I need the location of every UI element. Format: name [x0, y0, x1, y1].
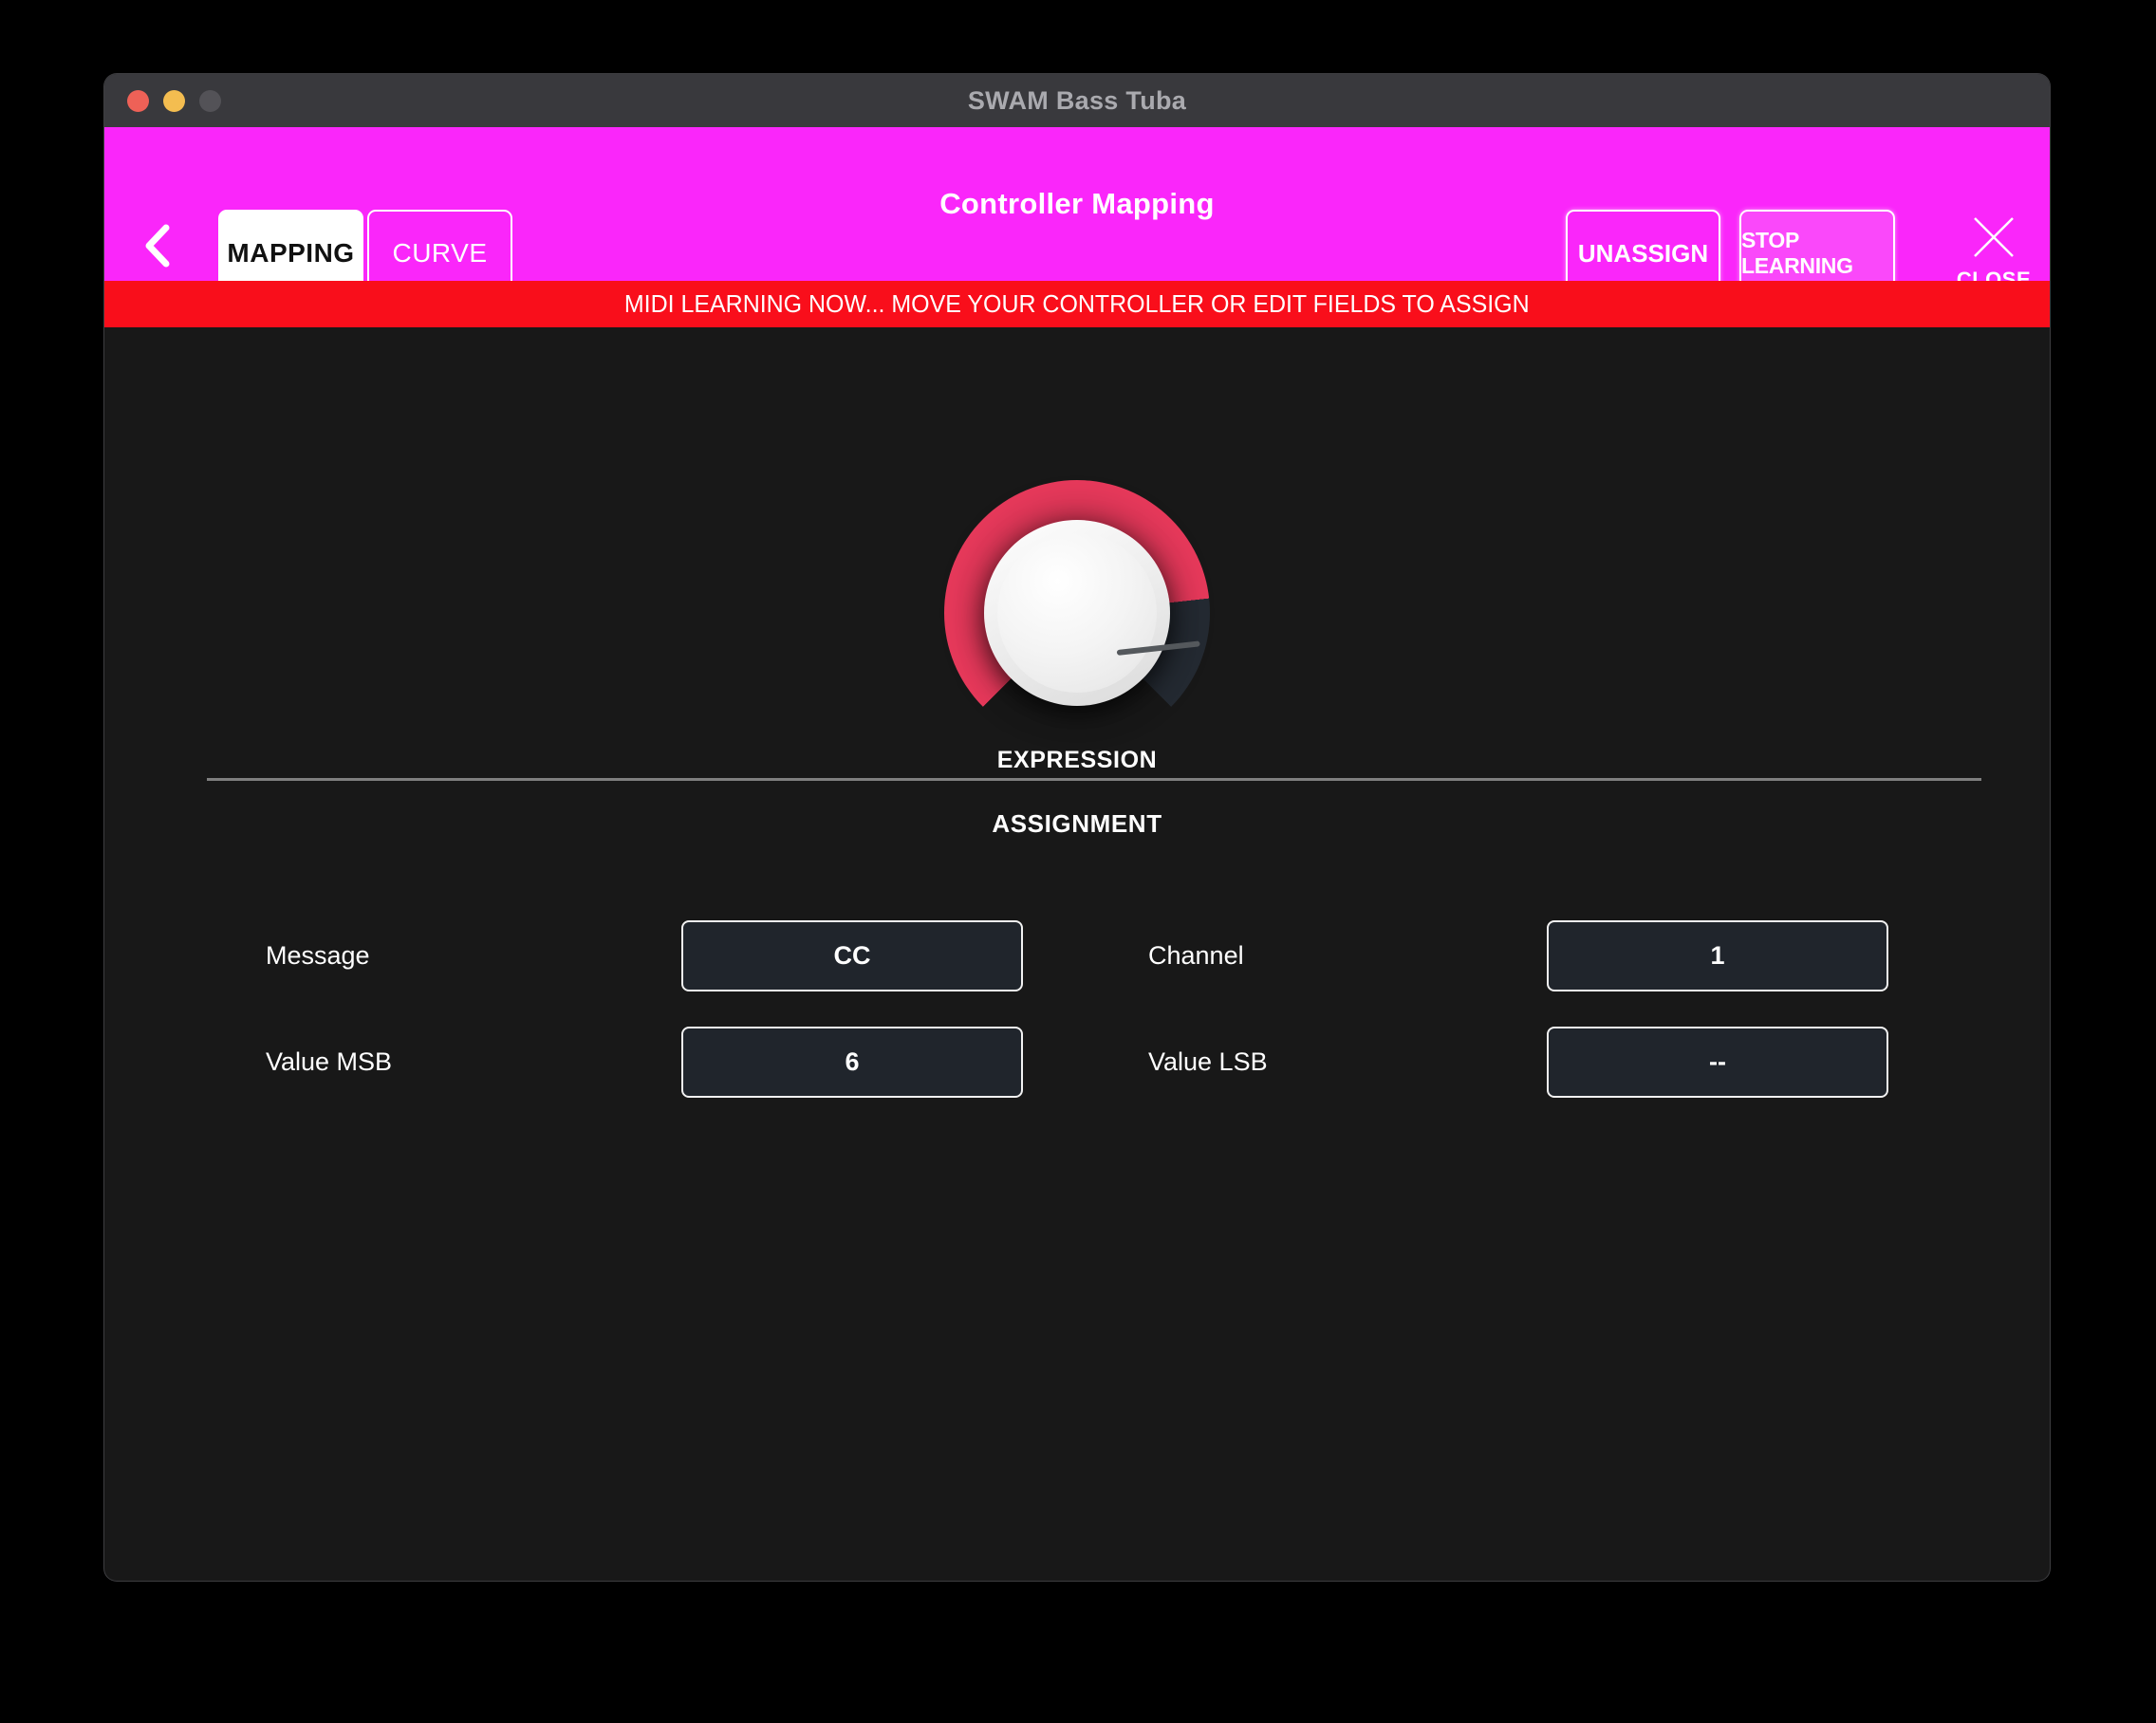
message-field-value: CC	[834, 941, 871, 971]
section-divider	[207, 778, 1981, 781]
knob-face	[984, 520, 1170, 706]
channel-field[interactable]: 1	[1547, 920, 1888, 991]
traffic-lights	[127, 74, 221, 127]
value-lsb-field[interactable]: --	[1547, 1027, 1888, 1098]
assignment-section-title: ASSIGNMENT	[104, 809, 2050, 839]
knob-face-inner	[997, 533, 1157, 693]
value-msb-field-value: 6	[845, 1047, 859, 1077]
message-field[interactable]: CC	[681, 920, 1023, 991]
channel-field-value: 1	[1710, 941, 1724, 971]
window-title: SWAM Bass Tuba	[968, 86, 1186, 116]
tab-mapping-label: MAPPING	[227, 238, 354, 269]
expression-knob[interactable]	[944, 480, 1210, 746]
minimize-window-button[interactable]	[163, 90, 185, 112]
channel-field-label: Channel	[1148, 920, 1244, 991]
back-chevron-icon	[121, 222, 194, 269]
stop-learning-label: STOP LEARNING	[1741, 228, 1893, 279]
midi-learning-banner-text: MIDI LEARNING NOW... MOVE YOUR CONTROLLE…	[624, 289, 1530, 319]
value-lsb-field-value: --	[1709, 1047, 1726, 1077]
mapping-content: EXPRESSION ASSIGNMENT Message CC Channel…	[104, 327, 2050, 1581]
value-msb-field[interactable]: 6	[681, 1027, 1023, 1098]
zoom-window-button-disabled	[199, 90, 221, 112]
close-x-icon	[1951, 214, 2036, 260]
screen-background: SWAM Bass Tuba BACK MAPPING CURVE	[0, 0, 2156, 1723]
titlebar[interactable]: SWAM Bass Tuba	[104, 74, 2050, 127]
value-lsb-field-label: Value LSB	[1148, 1027, 1268, 1098]
knob-label: EXPRESSION	[104, 747, 2050, 774]
message-field-label: Message	[266, 920, 370, 991]
close-window-button[interactable]	[127, 90, 149, 112]
value-msb-field-label: Value MSB	[266, 1027, 392, 1098]
unassign-label: UNASSIGN	[1578, 239, 1708, 269]
app-window: SWAM Bass Tuba BACK MAPPING CURVE	[104, 74, 2050, 1581]
controller-mapping-header: BACK MAPPING CURVE Controller Mapping UN…	[104, 127, 2050, 281]
tab-curve-label: CURVE	[392, 238, 487, 269]
midi-learning-banner: MIDI LEARNING NOW... MOVE YOUR CONTROLLE…	[104, 281, 2050, 327]
